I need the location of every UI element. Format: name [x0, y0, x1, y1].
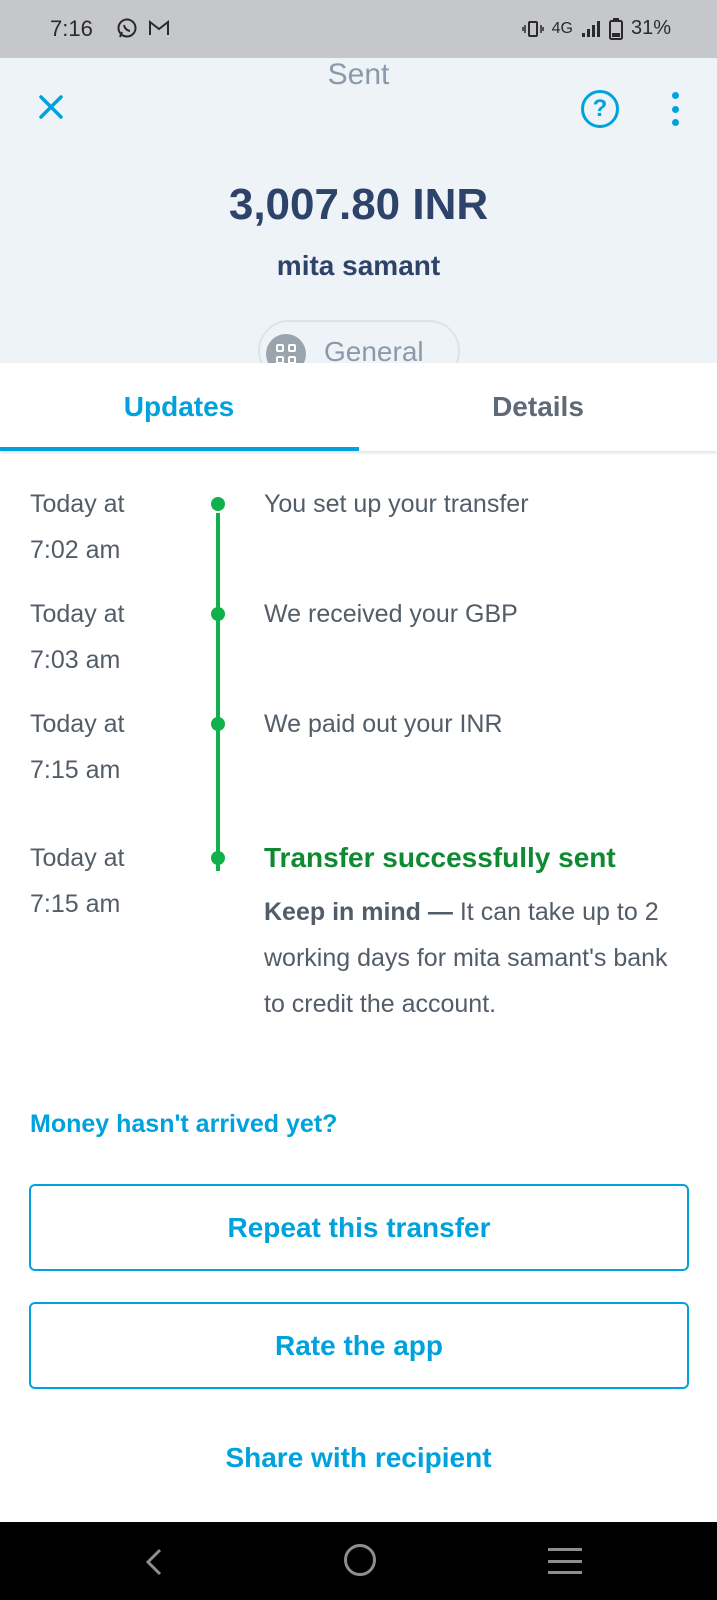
- tab-bar: Updates Details: [0, 363, 717, 451]
- close-icon[interactable]: [36, 92, 66, 122]
- timeline-text: You set up your transfer: [264, 490, 529, 518]
- system-status: 4G 31%: [521, 17, 671, 40]
- vibrate-icon: [521, 20, 544, 37]
- signal-icon: [581, 20, 600, 37]
- transfer-amount: 3,007.80 INR: [228, 180, 489, 229]
- notification-icons: [116, 17, 170, 39]
- home-icon[interactable]: [344, 1544, 376, 1576]
- tab-updates[interactable]: Updates: [0, 363, 358, 451]
- timeline-success-block: Transfer successfully sent Keep in mind …: [264, 835, 684, 1027]
- timeline-time: Today at 7:15 am: [30, 710, 125, 784]
- timeline-line: [216, 513, 220, 871]
- tab-details[interactable]: Details: [359, 363, 717, 451]
- category-label: General: [324, 336, 424, 363]
- more-vertical-icon[interactable]: [667, 92, 683, 126]
- timeline-dot: [211, 607, 225, 621]
- system-nav-bar: [0, 1522, 717, 1600]
- recipient-name: mita samant: [276, 250, 441, 281]
- transfer-header: Sent ? 3,007.80 INR mita samant General: [0, 58, 717, 363]
- money-not-arrived-link[interactable]: Money hasn't arrived yet?: [30, 1110, 337, 1139]
- timeline-time: Today at 7:03 am: [30, 600, 125, 674]
- back-icon[interactable]: [140, 1546, 168, 1578]
- timeline-dot: [211, 851, 225, 865]
- recents-icon[interactable]: [548, 1548, 582, 1574]
- help-icon[interactable]: ?: [581, 90, 619, 128]
- timeline-text: We paid out your INR: [264, 710, 503, 738]
- keep-in-mind-note: Keep in mind — It can take up to 2 worki…: [264, 898, 668, 1018]
- updates-timeline: Today at 7:02 am You set up your transfe…: [0, 451, 717, 1071]
- timeline-dot: [211, 717, 225, 731]
- network-type: 4G: [551, 19, 573, 37]
- timeline-dot: [211, 497, 225, 511]
- page-title: Sent: [327, 58, 390, 91]
- battery-level: 31%: [630, 17, 671, 39]
- timeline-time: Today at 7:02 am: [30, 490, 125, 564]
- success-message: Transfer successfully sent: [264, 842, 616, 873]
- status-bar: 7:16 4G 31%: [0, 0, 717, 58]
- share-with-recipient-link[interactable]: Share with recipient: [0, 1442, 717, 1474]
- grid-icon: [266, 334, 306, 363]
- rate-app-button[interactable]: Rate the app: [29, 1302, 689, 1389]
- timeline-time: Today at 7:15 am: [30, 844, 125, 918]
- repeat-transfer-button[interactable]: Repeat this transfer: [29, 1184, 689, 1271]
- category-chip[interactable]: General: [258, 320, 460, 363]
- whatsapp-icon: [117, 18, 137, 38]
- battery-icon: [608, 17, 623, 40]
- status-time: 7:16: [50, 16, 93, 41]
- gmail-icon: [149, 19, 169, 35]
- timeline-text: We received your GBP: [264, 600, 518, 628]
